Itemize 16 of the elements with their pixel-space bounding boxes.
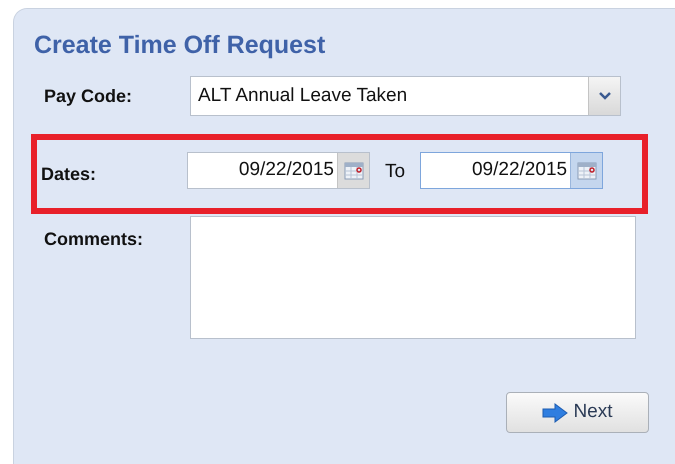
arrow-icon bbox=[542, 402, 568, 422]
next-button[interactable]: Next bbox=[506, 392, 649, 433]
date-value: 09/22/2015 bbox=[470, 158, 568, 182]
dropdown-value: ALT Annual Leave Taken bbox=[198, 84, 408, 108]
pay-code-dropdown[interactable]: ALT Annual Leave Taken bbox=[190, 76, 621, 116]
field-label: Dates: bbox=[41, 163, 98, 186]
to-label: To bbox=[385, 160, 406, 184]
comments-textarea[interactable] bbox=[190, 216, 636, 339]
date-value: 09/22/2015 bbox=[238, 158, 335, 182]
field-label: Comments: bbox=[44, 228, 144, 251]
date-field[interactable]: 09/22/2015 bbox=[187, 152, 370, 189]
calendar-icon[interactable] bbox=[337, 153, 369, 188]
date-field[interactable]: 09/22/2015 bbox=[420, 152, 604, 189]
field-label: Pay Code: bbox=[44, 84, 134, 108]
calendar-icon[interactable] bbox=[570, 153, 602, 188]
form-title: Create Time Off Request bbox=[34, 33, 326, 58]
